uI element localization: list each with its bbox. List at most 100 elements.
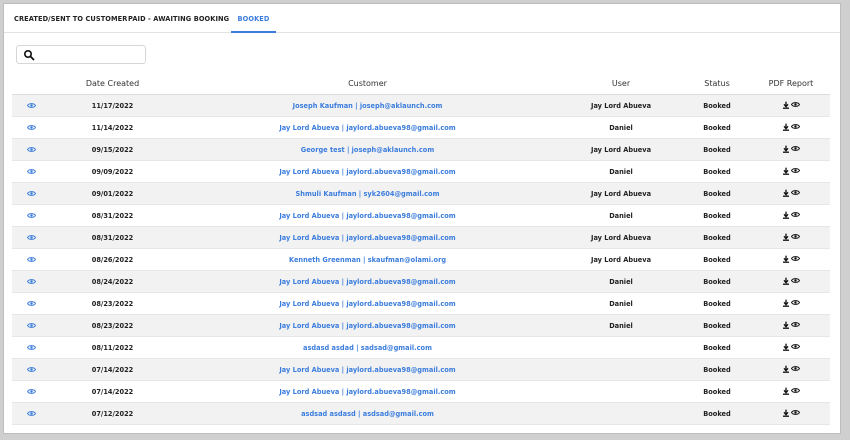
user (560, 358, 682, 381)
date-created: 08/23/2022 (50, 292, 175, 315)
customer-link[interactable]: Jay Lord Abueva | jaylord.abueva98@gmail… (175, 226, 560, 249)
eye-icon[interactable] (26, 366, 36, 374)
table-row: 11/14/2022 Jay Lord Abueva | jaylord.abue… (12, 116, 830, 139)
download-icon[interactable] (782, 343, 790, 351)
eye-icon[interactable] (26, 278, 36, 286)
download-icon[interactable] (782, 233, 790, 241)
eye-icon[interactable] (26, 388, 36, 396)
status: Booked (682, 138, 752, 161)
header-view (12, 72, 50, 95)
table-row: 09/09/2022 Jay Lord Abueva | jaylord.abue… (12, 160, 830, 183)
eye-icon[interactable] (791, 299, 800, 306)
download-icon[interactable] (782, 277, 790, 285)
download-icon[interactable] (782, 409, 790, 417)
eye-icon[interactable] (26, 146, 36, 154)
eye-icon[interactable] (791, 211, 800, 218)
search-input[interactable] (37, 47, 141, 62)
date-created: 08/31/2022 (50, 226, 175, 249)
customer-link[interactable]: Jay Lord Abueva | jaylord.abueva98@gmail… (175, 204, 560, 227)
status-tabs: CREATED/SENT TO CUSTOMER PAID - AWAITING… (4, 4, 840, 33)
eye-icon[interactable] (26, 256, 36, 264)
customer-link[interactable]: Jay Lord Abueva | jaylord.abueva98@gmail… (175, 160, 560, 183)
user: Jay Lord Abueva (560, 182, 682, 205)
download-icon[interactable] (782, 387, 790, 395)
eye-icon[interactable] (26, 212, 36, 220)
date-created: 08/11/2022 (50, 336, 175, 359)
customer-link[interactable]: Shmuli Kaufman | syk2604@gmail.com (175, 182, 560, 205)
customer-link[interactable]: George test | joseph@aklaunch.com (175, 138, 560, 161)
status: Booked (682, 402, 752, 425)
eye-icon[interactable] (791, 167, 800, 174)
user: Jay Lord Abueva (560, 138, 682, 161)
date-created: 08/23/2022 (50, 314, 175, 337)
eye-icon[interactable] (26, 124, 36, 132)
date-created: 09/15/2022 (50, 138, 175, 161)
table-row: 08/26/2022 Kenneth Greenman | skaufman@ol… (12, 248, 830, 271)
customer-link[interactable]: Joseph Kaufman | joseph@aklaunch.com (175, 94, 560, 117)
status: Booked (682, 380, 752, 403)
table-row: 11/17/2022 Joseph Kaufman | joseph@aklaun… (12, 94, 830, 117)
view-cell (12, 270, 50, 293)
download-icon[interactable] (782, 365, 790, 373)
eye-icon[interactable] (791, 321, 800, 328)
eye-icon[interactable] (791, 123, 800, 130)
table-header-row: Date Created Customer User Status PDF Re… (12, 72, 830, 95)
download-icon[interactable] (782, 101, 790, 109)
date-created: 08/31/2022 (50, 204, 175, 227)
view-cell (12, 358, 50, 381)
customer-link[interactable]: Jay Lord Abueva | jaylord.abueva98@gmail… (175, 358, 560, 381)
tab-booked[interactable]: BOOKED (231, 4, 276, 33)
eye-icon[interactable] (791, 387, 800, 394)
eye-icon[interactable] (791, 277, 800, 284)
eye-icon[interactable] (791, 409, 800, 416)
pdf-report-cell (752, 336, 830, 359)
view-cell (12, 116, 50, 139)
customer-link[interactable]: Jay Lord Abueva | jaylord.abueva98@gmail… (175, 116, 560, 139)
status: Booked (682, 358, 752, 381)
eye-icon[interactable] (791, 343, 800, 350)
customer-link[interactable]: Jay Lord Abueva | jaylord.abueva98@gmail… (175, 380, 560, 403)
tab-created-sent[interactable]: CREATED/SENT TO CUSTOMER (14, 4, 127, 32)
eye-icon[interactable] (791, 101, 800, 108)
customer-link[interactable]: Jay Lord Abueva | jaylord.abueva98@gmail… (175, 270, 560, 293)
pdf-report-cell (752, 160, 830, 183)
eye-icon[interactable] (26, 102, 36, 110)
download-icon[interactable] (782, 145, 790, 153)
eye-icon[interactable] (791, 233, 800, 240)
customer-link[interactable]: asdsad asdasd | asdsad@gmail.com (175, 402, 560, 425)
eye-icon[interactable] (26, 234, 36, 242)
eye-icon[interactable] (26, 410, 36, 418)
download-icon[interactable] (782, 255, 790, 263)
download-icon[interactable] (782, 167, 790, 175)
download-icon[interactable] (782, 189, 790, 197)
status: Booked (682, 160, 752, 183)
download-icon[interactable] (782, 211, 790, 219)
eye-icon[interactable] (791, 365, 800, 372)
download-icon[interactable] (782, 123, 790, 131)
pdf-report-cell (752, 116, 830, 139)
eye-icon[interactable] (791, 145, 800, 152)
eye-icon[interactable] (791, 255, 800, 262)
eye-icon[interactable] (791, 189, 800, 196)
customer-link[interactable]: Jay Lord Abueva | jaylord.abueva98@gmail… (175, 292, 560, 315)
customer-link[interactable]: Kenneth Greenman | skaufman@olami.org (175, 248, 560, 271)
user (560, 380, 682, 403)
eye-icon[interactable] (26, 344, 36, 352)
table-row: 07/14/2022 Jay Lord Abueva | jaylord.abue… (12, 358, 830, 381)
customer-link[interactable]: asdasd asdad | sadsad@gmail.com (175, 336, 560, 359)
eye-icon[interactable] (26, 300, 36, 308)
eye-icon[interactable] (26, 190, 36, 198)
download-icon[interactable] (782, 299, 790, 307)
tab-paid-awaiting-booking[interactable]: PAID - AWAITING BOOKING (128, 4, 229, 32)
table-row: 07/14/2022 Jay Lord Abueva | jaylord.abue… (12, 380, 830, 403)
eye-icon[interactable] (26, 168, 36, 176)
eye-icon[interactable] (26, 322, 36, 330)
pdf-report-cell (752, 314, 830, 337)
status: Booked (682, 270, 752, 293)
customer-link[interactable]: Jay Lord Abueva | jaylord.abueva98@gmail… (175, 314, 560, 337)
view-cell (12, 226, 50, 249)
view-cell (12, 94, 50, 117)
download-icon[interactable] (782, 321, 790, 329)
view-cell (12, 138, 50, 161)
status: Booked (682, 336, 752, 359)
